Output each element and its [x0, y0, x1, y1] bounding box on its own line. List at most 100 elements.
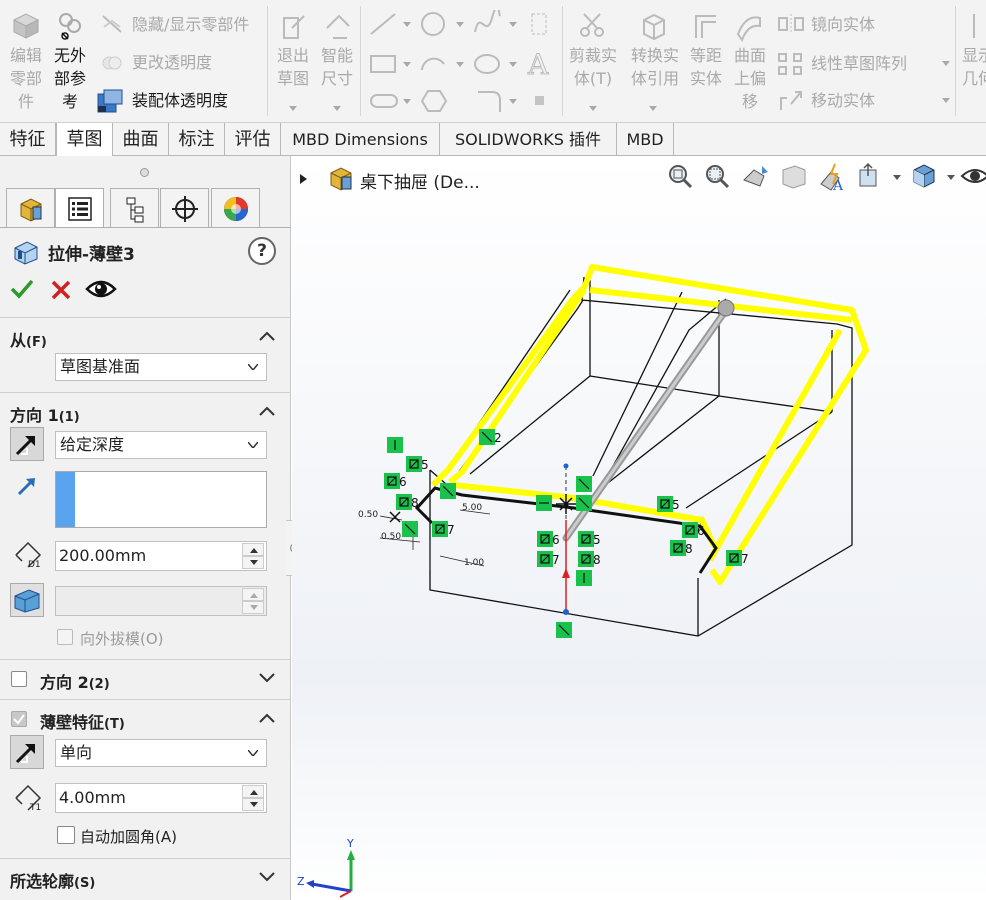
arc-icon[interactable]	[418, 50, 448, 78]
thin-feature-section-header[interactable]: 薄壁特征(T)	[0, 699, 291, 737]
property-manager-tab[interactable]	[55, 188, 104, 228]
trim-dropdown-icon[interactable]	[589, 106, 597, 111]
tab-mbd-dimensions[interactable]: MBD Dimensions	[281, 123, 440, 156]
polygon-icon[interactable]	[420, 88, 448, 114]
offset-entities-button[interactable]: 等距 实体	[684, 44, 728, 90]
draft-outward-checkbox[interactable]	[57, 629, 73, 645]
thin-reverse-direction-button[interactable]	[10, 735, 44, 769]
rectangle-dropdown-icon[interactable]	[403, 62, 411, 67]
tab-sketch[interactable]: 草图	[56, 123, 113, 157]
cancel-x-icon[interactable]	[50, 279, 72, 301]
dimension-label[interactable]: 0.50	[381, 532, 401, 542]
chevron-up-icon[interactable]	[259, 406, 275, 416]
spline-dropdown-icon[interactable]	[509, 22, 517, 27]
draft-angle-input[interactable]	[55, 586, 267, 616]
move-entities-dropdown-icon[interactable]	[942, 98, 950, 103]
draft-icon	[14, 589, 40, 613]
direction2-checkbox[interactable]	[11, 671, 27, 687]
ok-check-icon[interactable]	[9, 277, 35, 301]
no-external-references-button[interactable]: 无外 部参 考	[48, 44, 92, 113]
preview-eye-icon[interactable]	[85, 277, 117, 301]
spline-icon[interactable]	[472, 10, 502, 38]
point-icon[interactable]	[535, 96, 544, 105]
chamfer-dropdown-icon[interactable]	[509, 99, 517, 104]
text-icon[interactable]: A	[525, 48, 555, 80]
sketch-chamfer-icon[interactable]	[474, 88, 504, 114]
tab-features[interactable]: 特征	[0, 123, 56, 156]
coordinate-triad: Y Z	[297, 837, 355, 898]
cad-model-canvas[interactable]: 0.50 0.50 5.00 1.00 25687567 85687 Y Z	[292, 156, 986, 900]
display-manager-tab[interactable]	[211, 188, 260, 228]
end-condition-select[interactable]: 给定深度	[55, 431, 267, 459]
command-ribbon: 编辑 零部 件 无外 部参 考 隐藏/显示零部件 更改透明度 装配体透明度 退出…	[0, 0, 986, 123]
smart-dimension-button[interactable]: 智能 尺寸	[316, 44, 358, 90]
thickness-spinner[interactable]	[242, 785, 264, 811]
display-relations-button[interactable]: 显示 几何	[962, 44, 986, 90]
mirror-entities-button[interactable]: 镜向实体	[811, 13, 875, 36]
linear-pattern-dropdown-icon[interactable]	[942, 61, 950, 66]
exit-sketch-button[interactable]: 退出 草图	[272, 44, 314, 90]
circle-icon[interactable]	[418, 10, 448, 38]
offset-on-surface-button[interactable]: 曲面 上偏 移	[728, 44, 772, 113]
help-button[interactable]: ?	[248, 237, 276, 265]
feature-tree-icon	[20, 198, 42, 222]
chevron-up-icon[interactable]	[259, 331, 275, 341]
relation-label: 7	[741, 552, 749, 566]
from-select[interactable]: 草图基准面	[55, 353, 267, 381]
ellipse-icon[interactable]	[472, 50, 502, 78]
crosshair-icon	[172, 196, 198, 222]
rectangle-icon[interactable]	[367, 50, 401, 78]
linear-pattern-button[interactable]: 线性草图阵列	[811, 52, 907, 75]
chevron-down-icon[interactable]	[259, 673, 275, 683]
chevron-up-icon[interactable]	[259, 713, 275, 723]
dimension-label[interactable]: 1.00	[464, 558, 484, 568]
convert-dropdown-icon[interactable]	[649, 106, 657, 111]
feature-manager-tab[interactable]	[6, 188, 55, 228]
draft-button[interactable]	[10, 583, 44, 617]
thickness-input[interactable]: 4.00mm	[55, 783, 267, 813]
ellipse-dropdown-icon[interactable]	[509, 62, 517, 67]
tab-annotate[interactable]: 标注	[169, 123, 225, 156]
edit-part-button[interactable]: 编辑 零部 件	[4, 44, 48, 113]
tab-evaluate[interactable]: 评估	[225, 123, 281, 156]
assembly-transparency-button[interactable]: 装配体透明度	[132, 89, 228, 112]
slot-icon[interactable]	[367, 88, 401, 114]
panel-splitter-handle[interactable]	[140, 168, 149, 177]
graphics-area[interactable]: 桌下抽屉 (De... A 0.50 0.50 5.00 1.00 2 5 6 …	[292, 156, 986, 900]
display-relations-icon	[973, 14, 975, 38]
draft-angle-spinner[interactable]	[242, 588, 264, 614]
tab-mbd[interactable]: MBD	[617, 123, 674, 156]
direction1-section-header[interactable]: 方向 1(1)	[0, 392, 291, 430]
configuration-manager-tab[interactable]	[110, 188, 159, 228]
depth-input[interactable]: 200.00mm	[55, 541, 267, 571]
selected-contours-section-header[interactable]: 所选轮廓(S)	[0, 858, 291, 896]
thin-type-select[interactable]: 单向	[55, 739, 267, 767]
from-section-header[interactable]: 从(F)	[0, 317, 291, 355]
arc-dropdown-icon[interactable]	[456, 62, 464, 67]
chevron-down-icon[interactable]	[259, 872, 275, 882]
dimension-label[interactable]: 0.50	[358, 510, 378, 520]
convert-entities-button[interactable]: 转换实 体引用	[624, 44, 686, 90]
reverse-direction-button[interactable]	[10, 427, 44, 461]
line-dropdown-icon[interactable]	[403, 22, 411, 27]
depth-spinner[interactable]	[242, 543, 264, 569]
direction-selection-box[interactable]	[55, 471, 267, 528]
slot-dropdown-icon[interactable]	[403, 99, 411, 104]
chevron-down-icon	[248, 364, 258, 370]
hide-show-components-button[interactable]: 隐藏/显示零部件	[132, 13, 249, 36]
circle-dropdown-icon[interactable]	[456, 22, 464, 27]
dimxpert-manager-tab[interactable]	[160, 188, 209, 228]
change-transparency-button[interactable]: 更改透明度	[132, 51, 212, 74]
exit-sketch-dropdown-icon[interactable]	[289, 106, 297, 111]
smart-dimension-dropdown-icon[interactable]	[333, 106, 341, 111]
move-entities-button[interactable]: 移动实体	[811, 89, 875, 112]
tab-surfaces[interactable]: 曲面	[113, 123, 169, 156]
auto-fillet-checkbox[interactable]	[57, 826, 75, 844]
sketch-fillet-icon[interactable]	[527, 10, 551, 38]
thin-feature-checkbox[interactable]	[11, 711, 27, 727]
direction2-section-header[interactable]: 方向 2(2)	[0, 659, 291, 697]
trim-entities-button[interactable]: 剪裁实 体(T)	[562, 44, 624, 90]
dimension-label[interactable]: 5.00	[462, 503, 482, 513]
line-icon[interactable]	[367, 10, 401, 38]
tab-solidworks-addins[interactable]: SOLIDWORKS 插件	[440, 123, 617, 156]
